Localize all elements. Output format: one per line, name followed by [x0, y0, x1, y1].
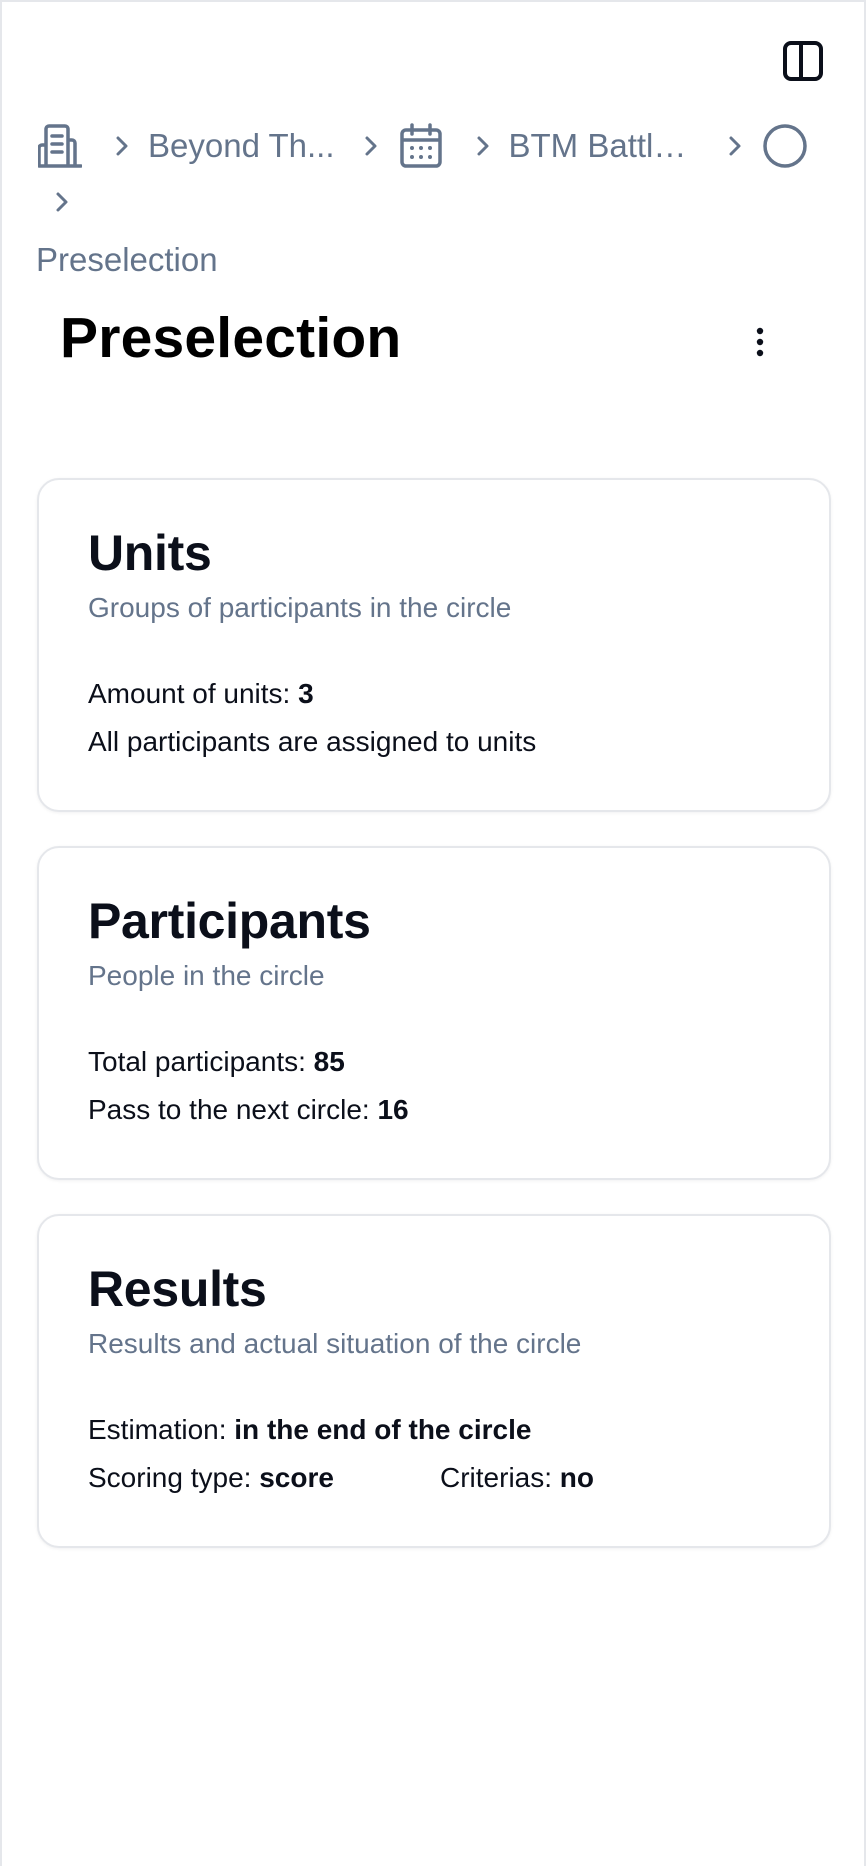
- breadcrumb: Beyond Th... BTM Battle... Preselection: [36, 118, 836, 290]
- page-title: Preselection: [60, 306, 402, 370]
- units-amount-value: 3: [298, 678, 314, 709]
- card-subtitle: Results and actual situation of the circ…: [88, 1328, 582, 1359]
- chevron-right-icon: [457, 118, 509, 174]
- card-title: Participants: [88, 893, 371, 949]
- breadcrumb-item-event[interactable]: BTM Battle...: [509, 118, 699, 174]
- scoring-type-value: score: [259, 1462, 334, 1493]
- total-participants: Total participants: 85: [88, 1046, 345, 1077]
- calendar-icon[interactable]: [397, 118, 445, 174]
- units-card[interactable]: Units Groups of participants in the circ…: [37, 478, 831, 812]
- breadcrumb-item-current[interactable]: Preselection: [36, 230, 836, 290]
- criterias: Criterias: no: [440, 1462, 595, 1493]
- top-bar: [0, 0, 866, 110]
- pass-to-next-circle: Pass to the next circle: 16: [88, 1094, 409, 1125]
- card-title: Results: [88, 1261, 267, 1317]
- units-status: All participants are assigned to units: [88, 726, 537, 757]
- results-card[interactable]: Results Results and actual situation of …: [37, 1214, 831, 1548]
- chevron-right-icon: [709, 118, 761, 174]
- card-subtitle: People in the circle: [88, 960, 325, 991]
- card-title: Units: [88, 525, 212, 581]
- sidebar-toggle-button[interactable]: [782, 40, 824, 82]
- estimation-value: in the end of the circle: [234, 1414, 532, 1445]
- estimation: Estimation: in the end of the circle: [88, 1414, 532, 1445]
- chevron-right-icon: [36, 174, 88, 230]
- criterias-value: no: [559, 1462, 595, 1493]
- pass-to-next-circle-value: 16: [377, 1094, 409, 1125]
- circle-icon[interactable]: [761, 118, 809, 174]
- breadcrumb-item-organization[interactable]: Beyond Th...: [148, 118, 335, 174]
- card-subtitle: Groups of participants in the circle: [88, 592, 512, 623]
- total-participants-value: 85: [313, 1046, 345, 1077]
- participants-card[interactable]: Participants People in the circle Total …: [37, 846, 831, 1180]
- building-icon[interactable]: [36, 118, 84, 174]
- chevron-right-icon: [96, 118, 148, 174]
- chevron-right-icon: [345, 118, 397, 174]
- units-amount: Amount of units: 3: [88, 678, 314, 709]
- panel-left-icon: [783, 41, 823, 81]
- more-vertical-icon: [756, 327, 764, 357]
- scoring-type: Scoring type: score: [88, 1462, 334, 1493]
- more-actions-button[interactable]: [740, 318, 780, 366]
